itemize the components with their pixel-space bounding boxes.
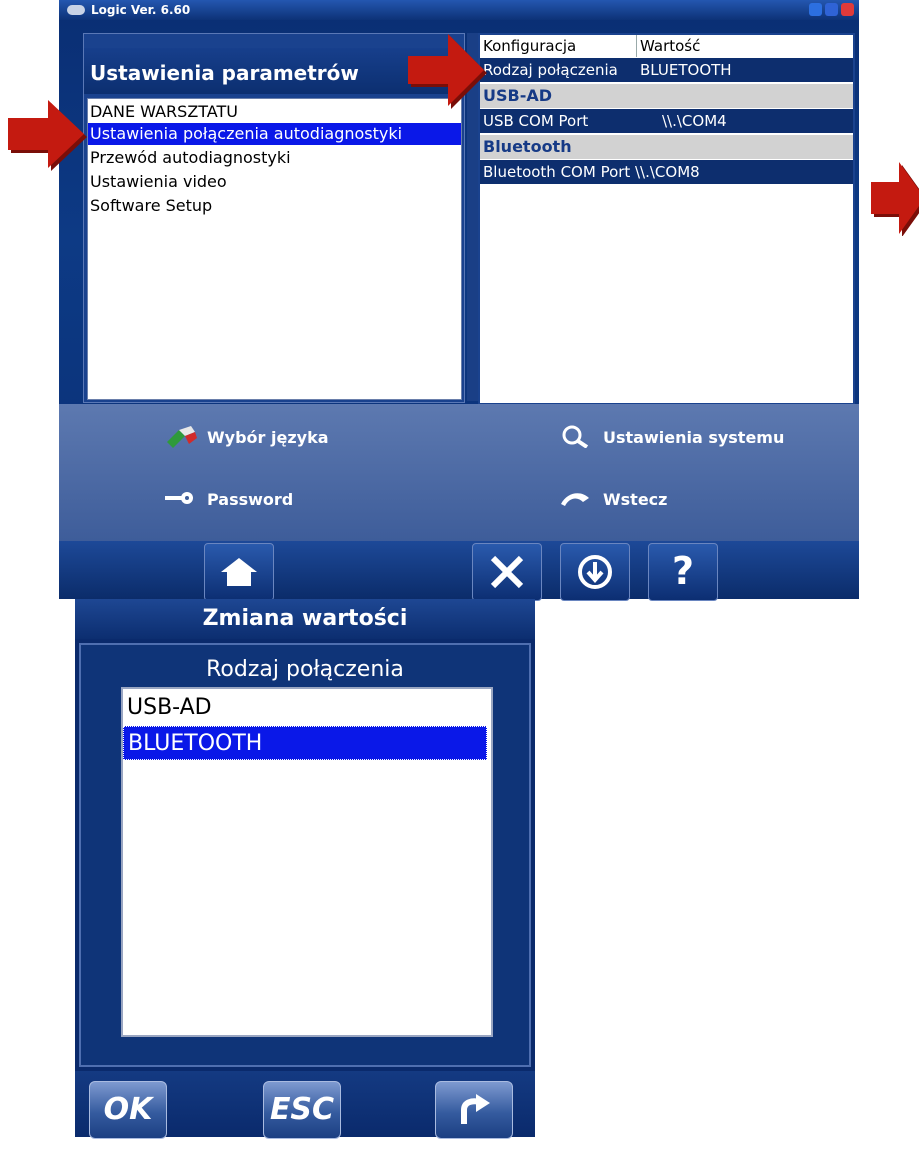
key-icon (165, 492, 193, 504)
refresh-button[interactable] (435, 1081, 513, 1139)
grid-row-bluetooth-com-port[interactable]: Bluetooth COM Port \\.\COM8 (480, 160, 853, 184)
connection-type-list: USB-AD BLUETOOTH (121, 687, 493, 1037)
list-item-software-setup[interactable]: Software Setup (88, 195, 461, 217)
parameters-title: Ustawienia parametrów (90, 61, 359, 85)
language-button[interactable]: Wybór języka (159, 406, 459, 468)
dialog-title: Zmiana wartości (75, 599, 535, 639)
redo-arrow-icon (461, 1094, 490, 1124)
dialog-footer: OK ESC (75, 1071, 535, 1139)
password-label: Password (207, 490, 294, 509)
language-label: Wybór języka (207, 428, 329, 447)
dialog-field-label: Rodzaj połączenia (206, 657, 404, 682)
globe-download-icon (578, 555, 612, 589)
window-title: Logic Ver. 6.60 (91, 3, 191, 17)
grid-cell-name: Bluetooth COM Port (483, 163, 631, 181)
grid-cell-value: \\.\COM4 (662, 112, 727, 130)
back-button[interactable]: Wstecz (555, 468, 855, 530)
grid-cell-value: \\.\COM8 (635, 163, 700, 181)
update-button[interactable] (560, 543, 630, 601)
grid-row-connection-type[interactable]: Rodzaj połączenia BLUETOOTH (480, 58, 853, 82)
list-item-diagnostic-cable[interactable]: Przewód autodiagnostyki (88, 147, 461, 169)
wrench-screwdriver-icon (490, 555, 524, 589)
ok-button[interactable]: OK (89, 1081, 167, 1139)
minimize-button[interactable] (825, 3, 838, 16)
language-flags-icon (167, 426, 197, 448)
bluetooth-icon (809, 3, 822, 16)
dialog-body: Rodzaj połączenia USB-AD BLUETOOTH (79, 643, 531, 1067)
column-divider (636, 35, 637, 57)
column-header-value[interactable]: Wartość (640, 35, 700, 57)
grid-cell-name: Rodzaj połączenia (483, 61, 618, 79)
app-logo-icon (67, 5, 85, 15)
home-button[interactable] (204, 543, 274, 601)
password-button[interactable]: Password (159, 468, 459, 530)
grid-group-bluetooth: Bluetooth (480, 135, 853, 159)
list-item-connection-settings[interactable]: Ustawienia połączenia autodiagnostyki (88, 123, 461, 145)
option-bluetooth[interactable]: BLUETOOTH (123, 726, 487, 760)
bottom-toolbar: ? (59, 541, 859, 601)
option-usb-ad[interactable]: USB-AD (123, 691, 491, 725)
menu-area: Wybór języka Ustawienia systemu Password… (59, 404, 859, 541)
top-red-arrow-icon (408, 34, 487, 109)
list-item-video-settings[interactable]: Ustawienia video (88, 171, 461, 193)
title-bar: Logic Ver. 6.60 (59, 0, 859, 20)
tools-button[interactable] (472, 543, 542, 601)
parameters-list: DANE WARSZTATU Ustawienia połączenia aut… (87, 98, 462, 400)
change-value-dialog: Zmiana wartości Rodzaj połączenia USB-AD… (75, 599, 535, 1139)
system-settings-label: Ustawienia systemu (603, 428, 785, 447)
close-button[interactable] (841, 3, 854, 16)
home-icon (221, 558, 257, 586)
back-arrow-icon (561, 493, 589, 506)
back-label: Wstecz (603, 490, 668, 509)
column-header-config[interactable]: Konfiguracja (483, 35, 576, 57)
configuration-grid: Konfiguracja Wartość Rodzaj połączenia B… (478, 33, 855, 405)
grid-cell-name: USB COM Port (483, 112, 589, 130)
esc-button[interactable]: ESC (263, 1081, 341, 1139)
left-red-arrow-icon (8, 100, 87, 171)
help-button[interactable]: ? (648, 543, 718, 601)
system-settings-button[interactable]: Ustawienia systemu (555, 406, 855, 468)
grid-group-usb-ad: USB-AD (480, 84, 853, 108)
grid-cell-value: BLUETOOTH (640, 61, 732, 79)
right-red-arrow-icon (871, 162, 919, 236)
group-label: Bluetooth (483, 137, 572, 156)
group-label: USB-AD (483, 86, 553, 105)
grid-row-usb-com-port[interactable]: USB COM Port \\.\COM4 (480, 109, 853, 133)
magnifier-settings-icon (562, 425, 589, 448)
